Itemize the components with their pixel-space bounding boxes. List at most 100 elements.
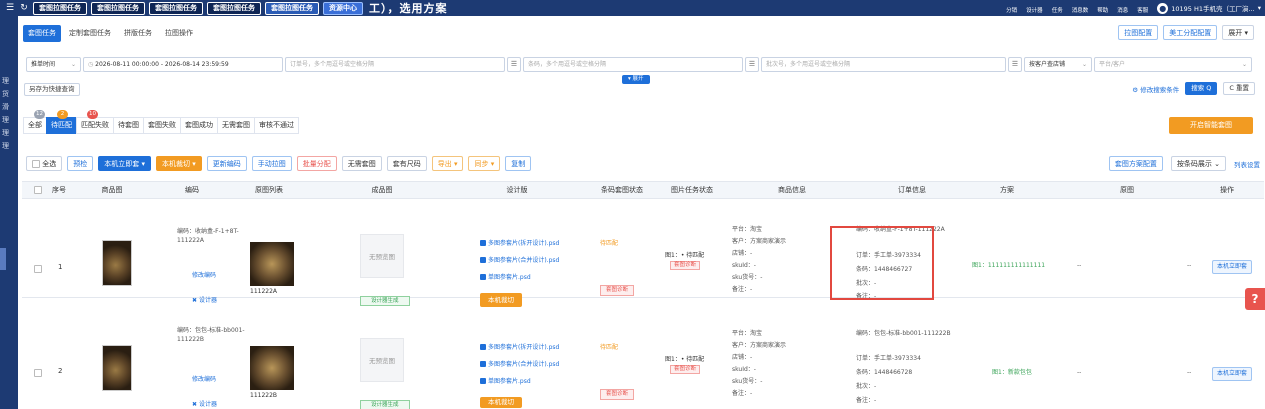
nav-designer[interactable]: 设计器 — [1026, 2, 1043, 14]
local-crop-row-button[interactable]: 本机裁切 — [480, 397, 522, 408]
left-nav-item-1[interactable]: 理 — [0, 76, 18, 86]
smart-image-button[interactable]: 开启智能套图 — [1169, 117, 1253, 134]
main-content: 套图任务 定制套图任务 拼版任务 拉图操作 拉图配置 美工分配配置 展开 ▾ 推… — [18, 16, 1265, 409]
order-code: 编码：包包-标准-bb001-111222B — [856, 330, 951, 337]
help-float-icon[interactable]: ? — [1245, 288, 1265, 310]
nav-help[interactable]: 帮助 — [1097, 2, 1108, 14]
status-tab-no-image-needed[interactable]: 无需套图 — [217, 117, 255, 134]
left-nav-item-5[interactable]: 理 — [0, 128, 18, 138]
top-tab-2[interactable]: 套图拉图任务 — [91, 1, 145, 15]
nav-tasks[interactable]: 任务 — [1052, 2, 1063, 14]
left-nav-item-6[interactable]: 理 — [0, 141, 18, 151]
psd-file-link-1[interactable]: 多图参套片(拆开设计).psd — [480, 240, 559, 248]
tab-custom-image-task[interactable]: 定制套图任务 — [64, 25, 116, 42]
product-platform: 平台：淘宝 — [732, 226, 763, 233]
tab-pull-operation[interactable]: 拉图操作 — [160, 25, 198, 42]
status-tab-review-rejected[interactable]: 审核不通过 — [254, 117, 299, 134]
product-image[interactable] — [102, 240, 132, 286]
original-image-thumb[interactable] — [250, 346, 294, 390]
artist-assign-config-button[interactable]: 美工分配配置 — [1163, 25, 1218, 40]
reset-button[interactable]: C 重置 — [1223, 82, 1255, 95]
left-nav-item-3[interactable]: 滑 — [0, 102, 18, 112]
no-image-needed-button[interactable]: 无需套图 — [341, 156, 382, 171]
row-checkbox[interactable] — [34, 369, 42, 377]
header-checkbox[interactable] — [34, 186, 42, 194]
diagnose-button[interactable]: 套图诊断 — [600, 389, 635, 400]
date-range-picker[interactable]: ◷ 2026-08-11 00:00:00 - 2026-08-14 23:59… — [83, 57, 283, 72]
list-settings-link[interactable]: 列表设置 — [1234, 159, 1260, 169]
status-tab-pending-match[interactable]: 2 待匹配 — [46, 110, 77, 134]
top-tab-5[interactable]: 套图拉图任务 — [265, 1, 319, 15]
barcode-list-icon[interactable]: ☰ — [745, 57, 759, 72]
order-list-icon[interactable]: ☰ — [507, 57, 521, 72]
local-crop-button[interactable]: 本机裁切 ▾ — [155, 156, 202, 171]
platform-customer-select[interactable]: 平台/客户 ⌄ — [1094, 57, 1252, 72]
nav-service[interactable]: 客服 — [1137, 2, 1148, 14]
task-diagnose-button[interactable]: 套图诊断 — [670, 365, 701, 374]
psd-file-link-3[interactable]: 单图参套片.psd — [480, 378, 531, 386]
image-plan-config-button[interactable]: 套图方案配置 — [1108, 156, 1163, 171]
tab-image-task[interactable]: 套图任务 — [23, 25, 61, 42]
nav-messages[interactable]: 消息 — [1117, 2, 1128, 14]
local-apply-now-button[interactable]: 本机立即套 ▾ — [98, 156, 151, 171]
task-diagnose-button[interactable]: 套图诊断 — [670, 261, 701, 270]
top-tab-3[interactable]: 套图拉图任务 — [149, 1, 203, 15]
copy-button[interactable]: 复制 — [505, 156, 532, 171]
batch-no-input[interactable]: 批次号，多个用逗号或空格分隔 — [761, 57, 1006, 72]
psd-file-link-3[interactable]: 单图参套片.psd — [480, 274, 531, 282]
menu-icon[interactable]: ☰ — [5, 3, 15, 13]
psd-file-link-1[interactable]: 多图参套片(拆开设计).psd — [480, 344, 559, 352]
image-file-icon — [480, 240, 486, 246]
user-menu[interactable]: ● 10195 H1手机壳（工厂演... ▾ — [1157, 2, 1261, 14]
psd-file-link-2[interactable]: 多图参套片(合并设计).psd — [480, 257, 559, 265]
status-tab-match-failed[interactable]: 10 匹配失败 — [76, 110, 114, 134]
sync-button[interactable]: 同步 ▾ — [468, 156, 501, 171]
precheck-button[interactable]: 预检 — [67, 156, 94, 171]
search-button[interactable]: 搜索 Q — [1185, 82, 1218, 95]
left-nav-item-2[interactable]: 货 — [0, 89, 18, 99]
pull-config-button[interactable]: 拉图配置 — [1118, 25, 1159, 40]
expand-button[interactable]: 展开 ▾ — [1222, 25, 1254, 40]
store-type-select[interactable]: 按客户查店铺 ⌄ — [1024, 57, 1092, 72]
manual-pull-button[interactable]: 手动拉图 — [251, 156, 292, 171]
save-quick-query-button[interactable]: 另存为快捷查询 — [24, 83, 80, 96]
edit-search-conditions-link[interactable]: ⚙ 修改搜索条件 — [1132, 84, 1179, 94]
product-image[interactable] — [102, 345, 132, 391]
designer-link[interactable]: ✖ 设计器 — [192, 401, 217, 409]
psd-file-link-2[interactable]: 多图参套片(合并设计).psd — [480, 361, 559, 369]
diagnose-button[interactable]: 套图诊断 — [600, 285, 635, 296]
top-tab-resource-center[interactable]: 资源中心 — [323, 1, 363, 15]
update-code-button[interactable]: 更新编码 — [206, 156, 247, 171]
batch-list-icon[interactable]: ☰ — [1008, 57, 1022, 72]
filter-expand-toggle[interactable]: ▾ 展开 — [622, 75, 650, 84]
barcode-input[interactable]: 条码，多个用逗号或空格分隔 — [523, 57, 743, 72]
nav-distribution[interactable]: 分销 — [1006, 2, 1017, 14]
designer-link[interactable]: ✖ 设计器 — [192, 297, 217, 306]
top-tab-1[interactable]: 套图拉图任务 — [33, 1, 87, 15]
original-image-thumb[interactable] — [250, 242, 294, 286]
edit-code-link[interactable]: 修改编码 — [192, 376, 216, 385]
table-header: 序号 商品图 编码 原图列表 成品图 设计版 条码套图状态 图片任务状态 商品信… — [22, 182, 1264, 199]
refresh-icon[interactable]: ↻ — [19, 3, 29, 13]
display-by-barcode-select[interactable]: 按条码展示 ⌄ — [1170, 156, 1226, 171]
order-no-input[interactable]: 订单号，多个用逗号或空格分隔 — [285, 57, 505, 72]
local-crop-row-button[interactable]: 本机裁切 — [480, 293, 522, 307]
topbar-hint-text: 工），选用方案 — [369, 2, 448, 15]
select-all-checkbox[interactable]: 全选 — [26, 156, 63, 171]
tab-layout-task[interactable]: 拼版任务 — [119, 25, 157, 42]
local-apply-row-button[interactable]: 本机立即套 — [1212, 260, 1253, 274]
top-tab-4[interactable]: 套图拉图任务 — [207, 1, 261, 15]
status-tab-image-success[interactable]: 套图成功 — [180, 117, 218, 134]
batch-assign-button[interactable]: 批量分配 — [296, 156, 337, 171]
export-button[interactable]: 导出 ▾ — [431, 156, 464, 171]
local-apply-row-button[interactable]: 本机立即套 — [1212, 367, 1253, 381]
left-nav-item-4[interactable]: 理 — [0, 115, 18, 125]
nav-message-count[interactable]: 消息数 — [1072, 2, 1089, 14]
row-checkbox[interactable] — [34, 265, 42, 273]
status-tab-all[interactable]: 12 全部 — [23, 110, 47, 134]
with-size-button[interactable]: 套有尺码 — [386, 156, 427, 171]
edit-code-link[interactable]: 修改编码 — [192, 272, 216, 281]
status-tab-pending-image[interactable]: 待套图 — [113, 117, 144, 134]
status-tab-image-failed[interactable]: 套图失败 — [143, 117, 181, 134]
time-type-select[interactable]: 推单时间 ⌄ — [26, 57, 81, 72]
